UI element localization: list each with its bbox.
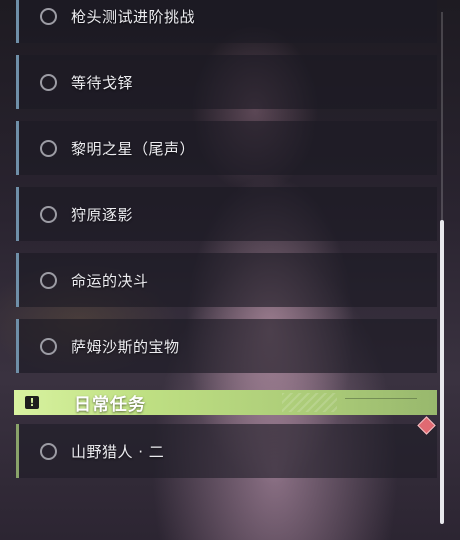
daily-quests-section-header: ! 日常任务 xyxy=(14,390,437,415)
quest-status-circle-icon xyxy=(40,205,57,223)
decorative-stripes xyxy=(282,393,337,412)
quest-status-circle-icon xyxy=(40,337,57,355)
quest-label: 命运的决斗 xyxy=(71,271,149,290)
quest-status-circle-icon xyxy=(40,139,57,157)
quest-label: 狩原逐影 xyxy=(71,205,134,224)
quest-status-circle-icon xyxy=(40,442,57,460)
quest-label: 黎明之星（尾声） xyxy=(71,139,196,158)
quest-status-circle-icon xyxy=(40,73,57,91)
section-title: 日常任务 xyxy=(74,395,146,415)
quest-item[interactable]: 萨姆沙斯的宝物 xyxy=(16,319,437,373)
quest-label: 萨姆沙斯的宝物 xyxy=(71,337,180,356)
quest-item[interactable]: 枪头测试进阶挑战 xyxy=(16,0,437,43)
quest-label: 枪头测试进阶挑战 xyxy=(71,7,196,26)
quest-status-circle-icon xyxy=(40,271,57,289)
daily-quest-item[interactable]: 山野猎人 · 二 xyxy=(16,424,437,478)
quest-label: 等待戈铎 xyxy=(71,73,134,92)
quest-item[interactable]: 等待戈铎 xyxy=(16,55,437,109)
quest-item[interactable]: 狩原逐影 xyxy=(16,187,437,241)
quest-item[interactable]: 命运的决斗 xyxy=(16,253,437,307)
decorative-line xyxy=(345,398,417,407)
scrollbar-thumb[interactable] xyxy=(440,220,444,524)
exclamation-icon: ! xyxy=(14,390,50,415)
quest-item[interactable]: 黎明之星（尾声） xyxy=(16,121,437,175)
quest-label: 山野猎人 · 二 xyxy=(71,442,165,461)
quest-status-circle-icon xyxy=(40,7,57,25)
